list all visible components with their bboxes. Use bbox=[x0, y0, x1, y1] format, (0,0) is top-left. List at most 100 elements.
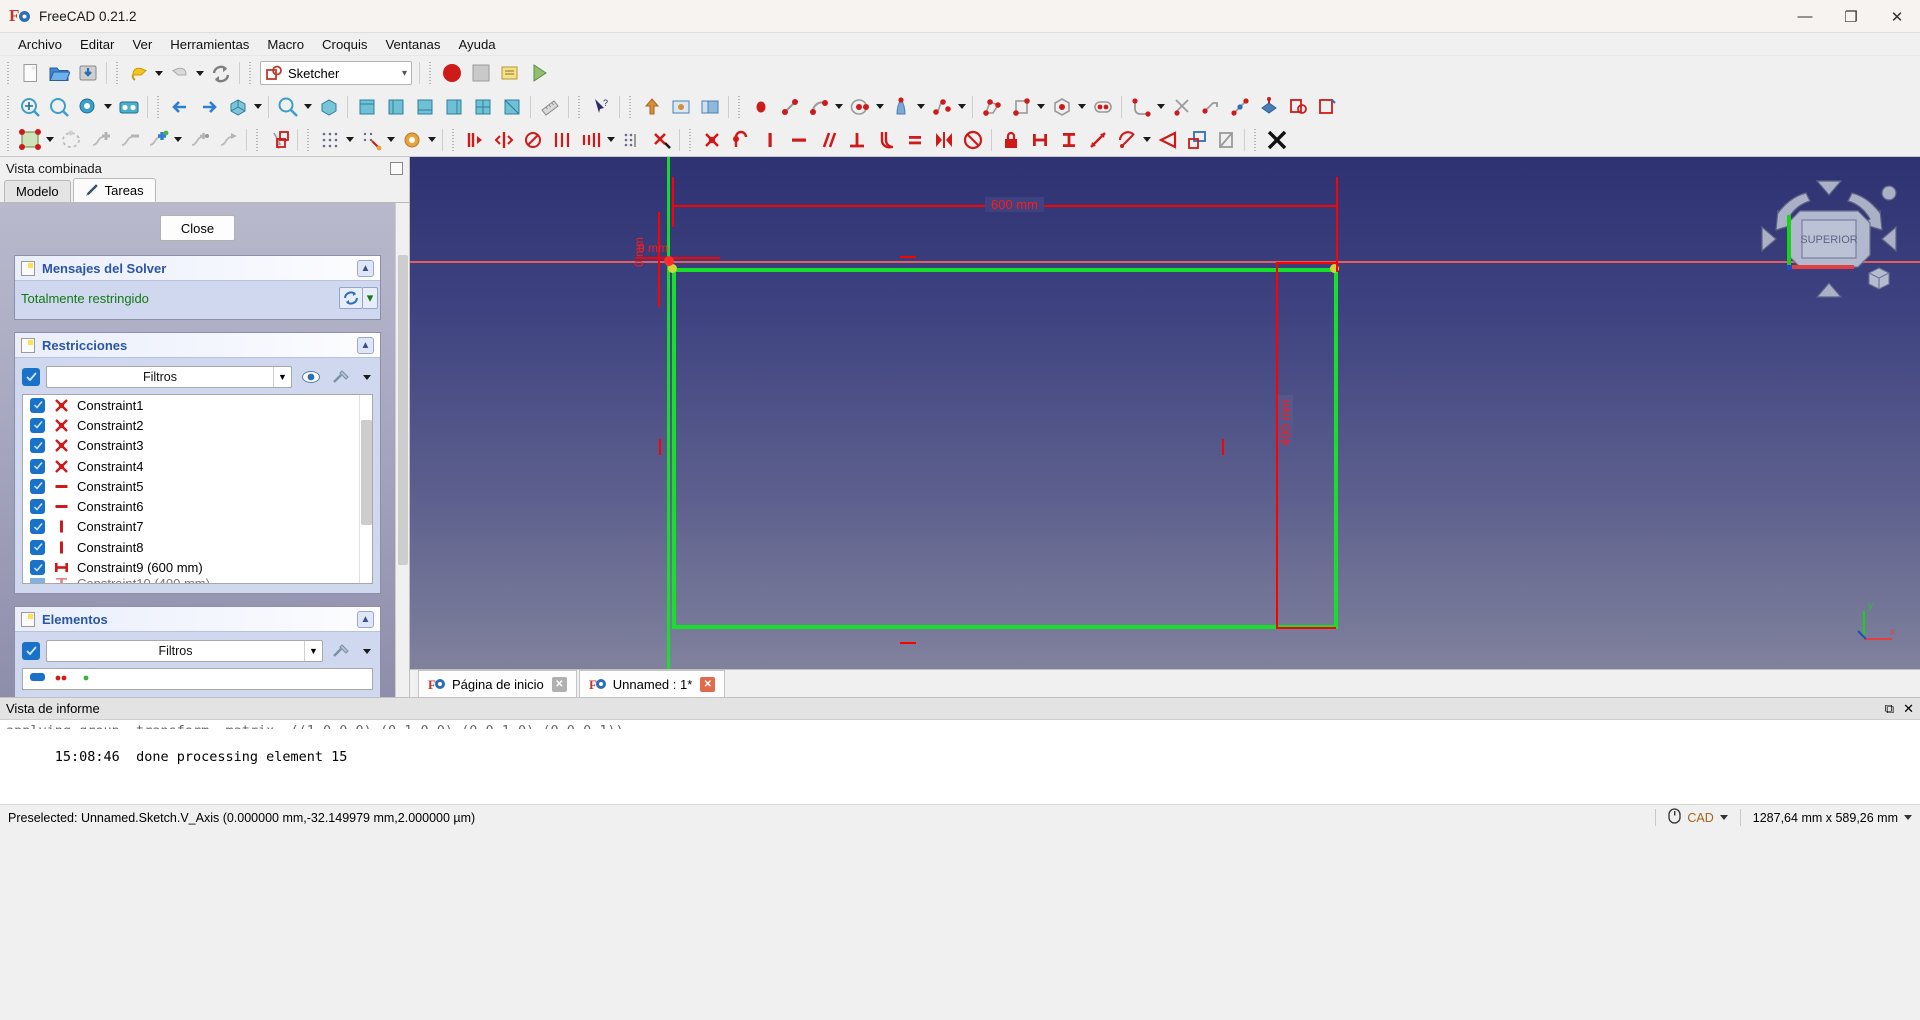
toolbar-grip[interactable] bbox=[5, 61, 12, 85]
axonometric-caret[interactable] bbox=[252, 92, 264, 121]
update-solver-icon[interactable] bbox=[339, 287, 363, 309]
list-item[interactable]: Constraint8 bbox=[23, 537, 372, 557]
list-item[interactable]: Constraint5 bbox=[23, 476, 372, 496]
save-document-icon[interactable] bbox=[73, 59, 102, 88]
workbench-selector[interactable]: Sketcher ▾ bbox=[260, 61, 412, 85]
chevron-down-icon[interactable]: ▼ bbox=[304, 641, 322, 661]
close-icon[interactable]: ✕ bbox=[1903, 701, 1914, 717]
undo-icon[interactable] bbox=[124, 59, 153, 88]
menu-ver[interactable]: Ver bbox=[123, 34, 161, 55]
tab-pagina-de-inicio[interactable]: F Página de inicio ✕ bbox=[418, 670, 577, 697]
toolbar-grip[interactable] bbox=[450, 128, 457, 152]
sketch-edge-bottom[interactable] bbox=[672, 625, 1338, 629]
chevron-up-icon[interactable]: ▲ bbox=[357, 610, 374, 628]
item-checkbox[interactable] bbox=[30, 519, 45, 535]
zoom-icon[interactable] bbox=[273, 92, 302, 121]
close-button[interactable]: ✕ bbox=[1874, 0, 1920, 33]
constraints-settings-caret[interactable] bbox=[360, 366, 373, 388]
list-item[interactable] bbox=[23, 669, 372, 685]
refresh-icon[interactable] bbox=[206, 59, 235, 88]
mirror-sketch-icon[interactable] bbox=[114, 125, 143, 154]
menu-archivo[interactable]: Archivo bbox=[9, 34, 71, 55]
3d-viewport[interactable]: 600 mm 400 mm 0 mm 0 mm SUPERIOR y x F P… bbox=[410, 157, 1920, 697]
constraint-marker-right[interactable] bbox=[1222, 439, 1224, 455]
list-item[interactable]: Constraint4 bbox=[23, 456, 372, 476]
parallel-constraint-icon[interactable] bbox=[813, 125, 842, 154]
elements-header[interactable]: Elementos ▲ bbox=[15, 607, 380, 632]
front-view-icon[interactable] bbox=[352, 92, 381, 121]
item-checkbox[interactable] bbox=[30, 478, 45, 494]
solver-settings-caret[interactable]: ▾ bbox=[363, 287, 378, 309]
bottom-view-icon[interactable] bbox=[468, 92, 497, 121]
macro-record-icon[interactable] bbox=[437, 59, 466, 88]
fit-selection-icon[interactable] bbox=[44, 92, 73, 121]
sketch-edge-right[interactable] bbox=[1334, 268, 1338, 629]
blocking-constraint-icon[interactable] bbox=[958, 125, 987, 154]
toggle-driving-constraint-icon[interactable] bbox=[1182, 125, 1211, 154]
coincident-constraint-icon[interactable] bbox=[697, 125, 726, 154]
sketch-edge-top[interactable] bbox=[672, 268, 1338, 272]
symmetry-constraint-icon[interactable] bbox=[489, 125, 518, 154]
constraints-select-all-checkbox[interactable] bbox=[22, 368, 40, 386]
radius-constraint-caret[interactable] bbox=[1141, 125, 1153, 154]
measure-icon[interactable] bbox=[535, 92, 564, 121]
elements-list[interactable] bbox=[22, 668, 373, 690]
rectangular-array-icon[interactable] bbox=[547, 125, 576, 154]
constraints-list-scrollbar[interactable] bbox=[359, 395, 372, 583]
navigation-cube[interactable]: SUPERIOR bbox=[1754, 173, 1904, 305]
tab-unnamed-1[interactable]: F Unnamed : 1* ✕ bbox=[578, 670, 726, 697]
create-polygon-caret[interactable] bbox=[1076, 92, 1088, 121]
item-checkbox[interactable] bbox=[30, 577, 45, 583]
constraint-marker-left[interactable] bbox=[659, 439, 661, 455]
dimension-400-label[interactable]: 400 mm bbox=[1277, 395, 1293, 450]
toggle-construction-icon[interactable] bbox=[1312, 92, 1341, 121]
report-view-body[interactable]: applying group transform matrix ((1,0,0,… bbox=[0, 720, 1920, 804]
create-circle-caret[interactable] bbox=[874, 92, 886, 121]
forward-arrow-icon[interactable] bbox=[194, 92, 223, 121]
select-elements-icon[interactable] bbox=[264, 125, 293, 154]
create-conic-icon[interactable] bbox=[886, 92, 915, 121]
create-polyline-icon[interactable] bbox=[977, 92, 1006, 121]
leave-sketch-icon[interactable] bbox=[637, 92, 666, 121]
trim-edge-icon[interactable] bbox=[1167, 92, 1196, 121]
toolbar-grip[interactable] bbox=[305, 128, 312, 152]
solver-messages-header[interactable]: Mensajes del Solver ▲ bbox=[15, 256, 380, 281]
point-on-object-constraint-icon[interactable] bbox=[726, 125, 755, 154]
delete-all-constraints-icon[interactable] bbox=[646, 125, 675, 154]
validate-sketch-icon[interactable] bbox=[143, 125, 172, 154]
sketch-v-axis[interactable] bbox=[667, 157, 670, 697]
create-slot-icon[interactable] bbox=[1088, 92, 1117, 121]
create-line-icon[interactable] bbox=[775, 92, 804, 121]
distance-x-constraint-icon[interactable] bbox=[1025, 125, 1054, 154]
split-edge-icon[interactable] bbox=[1225, 92, 1254, 121]
list-item[interactable]: Constraint3 bbox=[23, 436, 372, 456]
mirror-geometry-icon[interactable] bbox=[213, 125, 242, 154]
chevron-up-icon[interactable]: ▲ bbox=[357, 259, 374, 277]
menu-macro[interactable]: Macro bbox=[258, 34, 313, 55]
lock-constraint-icon[interactable] bbox=[996, 125, 1025, 154]
sketch-edit-caret[interactable] bbox=[44, 125, 56, 154]
new-document-icon[interactable] bbox=[15, 59, 44, 88]
right-view-icon[interactable] bbox=[410, 92, 439, 121]
toolbar-grip[interactable] bbox=[427, 61, 434, 85]
angle-constraint-icon[interactable] bbox=[1153, 125, 1182, 154]
clone-icon[interactable] bbox=[576, 125, 605, 154]
toggle-grid-caret[interactable] bbox=[344, 125, 356, 154]
show-hide-constraints-icon[interactable] bbox=[298, 366, 323, 388]
distance-constraint-icon[interactable] bbox=[1083, 125, 1112, 154]
item-checkbox[interactable] bbox=[30, 438, 45, 454]
isometric-view-icon[interactable] bbox=[314, 92, 343, 121]
constraints-header[interactable]: Restricciones ▲ bbox=[15, 333, 380, 358]
elements-settings-caret[interactable] bbox=[360, 640, 373, 662]
validate-sketch-caret[interactable] bbox=[172, 125, 184, 154]
tab-modelo[interactable]: Modelo bbox=[4, 180, 71, 202]
toolbar-grip[interactable] bbox=[247, 61, 254, 85]
float-icon[interactable]: ⧉ bbox=[1885, 701, 1894, 717]
create-fillet-caret[interactable] bbox=[1155, 92, 1167, 121]
elements-select-all-checkbox[interactable] bbox=[22, 642, 40, 660]
left-view-icon[interactable] bbox=[497, 92, 526, 121]
macro-edit-icon[interactable] bbox=[495, 59, 524, 88]
elements-settings-icon[interactable] bbox=[329, 640, 354, 662]
toggle-grid-icon[interactable] bbox=[315, 125, 344, 154]
create-rectangle-caret[interactable] bbox=[1035, 92, 1047, 121]
